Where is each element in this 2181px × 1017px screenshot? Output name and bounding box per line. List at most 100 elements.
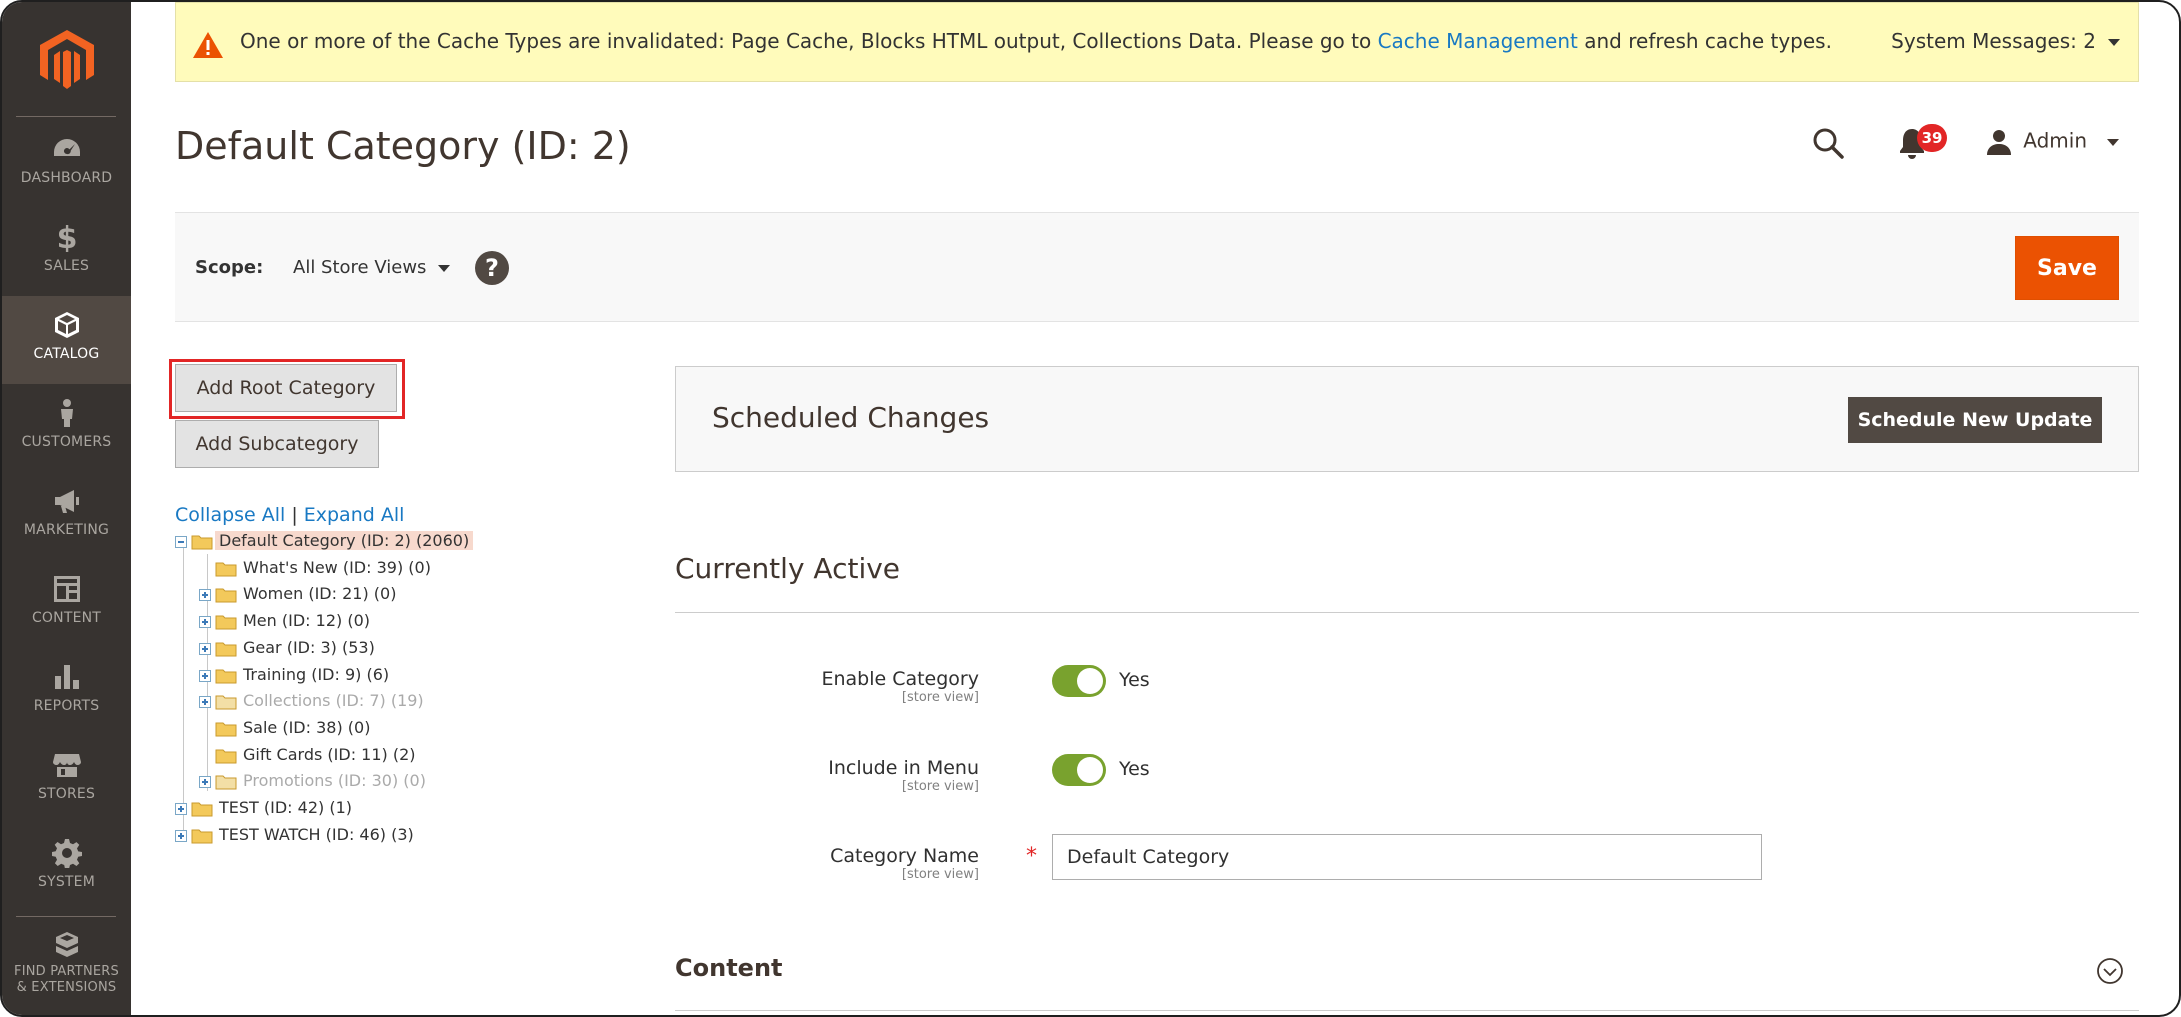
tree-expand-icon[interactable] [199, 615, 211, 628]
link-separator: | [291, 504, 298, 526]
admin-username: Admin [2023, 128, 2087, 153]
toggle-knob [1077, 668, 1103, 694]
nav-dashboard[interactable]: DASHBOARD [2, 120, 131, 208]
tree-expand-icon[interactable] [199, 588, 211, 601]
include-in-menu-toggle[interactable] [1052, 754, 1106, 786]
content-divider [675, 1010, 2139, 1011]
tree-expand-icon[interactable] [199, 695, 211, 708]
svg-text:$: $ [56, 222, 77, 252]
nav-system[interactable]: SYSTEM [2, 824, 131, 912]
include-in-menu-value: Yes [1119, 758, 1150, 780]
nav-content[interactable]: CONTENT [2, 560, 131, 648]
nav-catalog[interactable]: CATALOG [2, 296, 131, 384]
nav-stores[interactable]: STORES [2, 736, 131, 824]
field-label-text: Enable Category [821, 668, 979, 690]
toggle-knob [1077, 757, 1103, 783]
magento-logo-icon[interactable] [40, 30, 94, 90]
tree-expand-icon[interactable] [175, 802, 187, 815]
nav-reports[interactable]: REPORTS [2, 648, 131, 736]
tree-node-label[interactable]: Gift Cards (ID: 11) (2) [239, 745, 420, 764]
page-title: Default Category (ID: 2) [175, 124, 631, 168]
nav-customers[interactable]: CUSTOMERS [2, 384, 131, 472]
box-icon [54, 312, 79, 338]
nav-label: SALES [43, 258, 90, 274]
enable-category-toggle[interactable] [1052, 665, 1106, 697]
folder-icon [215, 642, 237, 656]
tree-expand-icon[interactable] [199, 669, 211, 682]
expand-all-link[interactable]: Expand All [304, 504, 405, 526]
nav-marketing[interactable]: MARKETING [2, 472, 131, 560]
tree-node-label[interactable]: Gear (ID: 3) (53) [239, 638, 379, 657]
main-area: One or more of the Cache Types are inval… [131, 2, 2179, 1015]
field-scope: [store view] [901, 779, 979, 794]
tree-node[interactable]: Promotions (ID: 30) (0) [199, 768, 430, 794]
tree-node-label[interactable]: Collections (ID: 7) (19) [239, 691, 428, 710]
tree-node-label[interactable]: Default Category (ID: 2) (2060) [215, 531, 474, 550]
scope-switcher[interactable]: All Store Views [293, 257, 451, 278]
tree-node-label[interactable]: Promotions (ID: 30) (0) [239, 771, 430, 790]
tree-node[interactable]: Women (ID: 21) (0) [199, 581, 400, 607]
tree-collapse-icon[interactable] [175, 535, 187, 548]
tree-node[interactable]: TEST (ID: 42) (1) [175, 795, 356, 821]
folder-icon [191, 829, 213, 843]
tree-expand-icon[interactable] [175, 829, 187, 842]
schedule-new-update-button[interactable]: Schedule New Update [1848, 397, 2102, 443]
nav-label: REPORTS [33, 698, 100, 714]
chevron-down-circle-icon[interactable] [2095, 956, 2125, 986]
tree-node[interactable]: TEST WATCH (ID: 46) (3) [175, 822, 418, 848]
collapse-all-link[interactable]: Collapse All [175, 504, 285, 526]
scheduled-changes-panel: Scheduled Changes Schedule New Update [675, 366, 2139, 472]
tree-node-label[interactable]: Women (ID: 21) (0) [239, 584, 400, 603]
nav-label: STORES [37, 786, 96, 802]
tree-node-label[interactable]: Sale (ID: 38) (0) [239, 718, 374, 737]
folder-icon [191, 535, 213, 549]
add-subcategory-button[interactable]: Add Subcategory [175, 420, 379, 468]
field-scope: [store view] [901, 690, 979, 705]
notification-badge: 39 [1917, 124, 1947, 152]
tree-node-label[interactable]: Men (ID: 12) (0) [239, 611, 374, 630]
category-name-input[interactable] [1052, 834, 1762, 880]
nav-label: DASHBOARD [20, 170, 113, 186]
folder-icon [215, 562, 237, 576]
tree-node[interactable]: Gear (ID: 3) (53) [199, 635, 379, 661]
save-button[interactable]: Save [2015, 236, 2119, 300]
nav-divider [16, 916, 116, 917]
tree-guide-line [183, 544, 184, 834]
cache-management-link[interactable]: Cache Management [1378, 29, 1578, 53]
tree-node-label[interactable]: Training (ID: 9) (6) [239, 665, 393, 684]
enable-category-value: Yes [1119, 669, 1150, 691]
alert-text-before: One or more of the Cache Types are inval… [240, 29, 1378, 53]
nav-label-line2: & EXTENSIONS [16, 980, 117, 995]
tree-node[interactable]: Gift Cards (ID: 11) (2) [199, 742, 420, 768]
layout-icon [53, 576, 80, 602]
tree-node-label[interactable]: TEST (ID: 42) (1) [215, 798, 356, 817]
highlight-annotation [169, 359, 405, 419]
nav-sales[interactable]: $ SALES [2, 208, 131, 296]
folder-icon [215, 722, 237, 736]
tree-node[interactable]: Collections (ID: 7) (19) [199, 688, 428, 714]
tree-node[interactable]: What's New (ID: 39) (0) [199, 555, 435, 581]
content-section-title[interactable]: Content [675, 954, 783, 982]
bar-chart-icon [54, 665, 79, 689]
search-icon[interactable] [1811, 126, 1845, 160]
nav-find-partners[interactable]: FIND PARTNERS & EXTENSIONS [2, 920, 131, 1015]
tree-node-label[interactable]: What's New (ID: 39) (0) [239, 558, 435, 577]
tree-node[interactable]: Sale (ID: 38) (0) [199, 715, 374, 741]
tree-node[interactable]: Training (ID: 9) (6) [199, 662, 393, 688]
system-messages-toggle[interactable]: System Messages: 2 [1891, 29, 2120, 53]
person-icon [60, 399, 73, 427]
warning-icon [193, 32, 223, 58]
tree-node[interactable]: Default Category (ID: 2) (2060) [175, 528, 474, 554]
nav-label: CATALOG [33, 346, 100, 362]
help-icon[interactable]: ? [475, 251, 509, 285]
section-title-currently-active: Currently Active [675, 552, 901, 585]
tree-node[interactable]: Men (ID: 12) (0) [199, 608, 374, 634]
nav-label: CUSTOMERS [21, 434, 112, 450]
admin-user-menu[interactable]: Admin [1985, 128, 2119, 156]
tree-expand-icon[interactable] [199, 775, 211, 788]
folder-icon [215, 669, 237, 683]
system-messages-label: System Messages: 2 [1891, 29, 2096, 53]
field-label-text: Include in Menu [828, 757, 979, 779]
tree-expand-icon[interactable] [199, 642, 211, 655]
tree-node-label[interactable]: TEST WATCH (ID: 46) (3) [215, 825, 418, 844]
